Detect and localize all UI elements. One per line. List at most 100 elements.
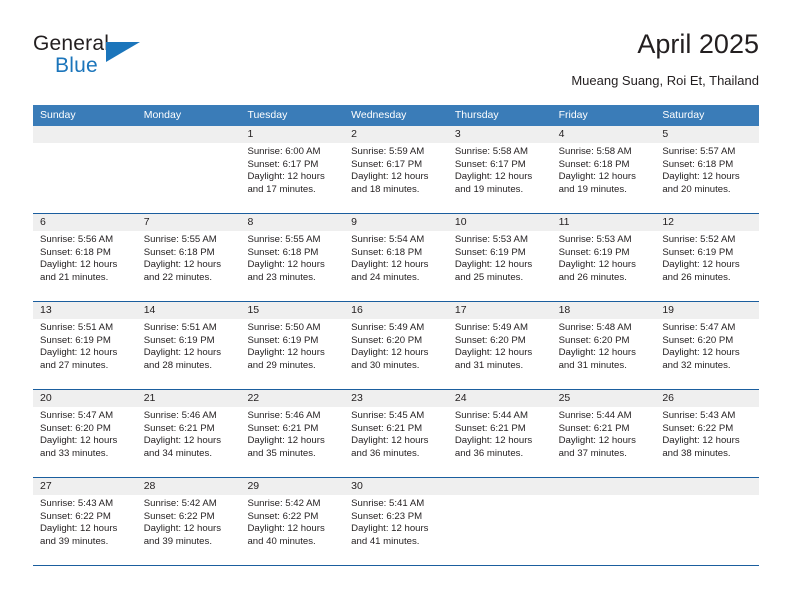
day-number: 26 [655,390,760,407]
day-cell[interactable]: 28 Sunrise: 5:42 AM Sunset: 6:22 PM Dayligh… [136,478,241,565]
daylight-text: Daylight: 12 hours and 36 minutes. [351,435,429,459]
day-cell[interactable]: 8 Sunrise: 5:55 AM Sunset: 6:18 PM Daylight… [240,214,345,301]
daylight-text: Daylight: 12 hours and 24 minutes. [351,259,429,283]
sunset-text: Sunset: 6:18 PM [247,246,319,258]
day-cell[interactable]: 16 Sunrise: 5:49 AM Sunset: 6:20 PM Dayligh… [344,302,448,389]
day-number: 2 [344,126,448,143]
day-details: Sunrise: 5:49 AM Sunset: 6:20 PM Daylight:… [448,319,552,372]
day-number: 3 [447,126,552,143]
sunset-text: Sunset: 6:18 PM [40,246,111,258]
day-cell[interactable]: 26 Sunrise: 5:43 AM Sunset: 6:22 PM Dayligh… [655,390,760,477]
day-details: Sunrise: 5:57 AM Sunset: 6:18 PM Daylight:… [655,143,759,196]
day-cell[interactable]: 15 Sunrise: 5:50 AM Sunset: 6:19 PM Dayligh… [240,302,345,389]
day-details: Sunrise: 5:42 AM Sunset: 6:22 PM Daylight:… [240,495,344,548]
day-cell[interactable]: 19 Sunrise: 5:47 AM Sunset: 6:20 PM Dayligh… [655,302,760,389]
sunset-text: Sunset: 6:23 PM [351,510,423,522]
sunset-text: Sunset: 6:20 PM [351,334,423,346]
day-cell[interactable]: 12 Sunrise: 5:52 AM Sunset: 6:19 PM Dayligh… [655,214,760,301]
day-details: Sunrise: 5:59 AM Sunset: 6:17 PM Daylight:… [344,143,448,196]
day-number: 25 [551,390,656,407]
daylight-text: Daylight: 12 hours and 21 minutes. [40,259,118,283]
day-number: 23 [344,390,448,407]
sunrise-text: Sunrise: 5:41 AM [351,498,425,509]
sunset-text: Sunset: 6:20 PM [454,334,526,346]
day-details: Sunrise: 5:52 AM Sunset: 6:19 PM Daylight:… [655,231,759,284]
day-details: Sunrise: 5:53 AM Sunset: 6:19 PM Daylight:… [448,231,552,284]
calendar-week-row: 6 Sunrise: 5:56 AM Sunset: 6:18 PM Daylight… [33,213,760,301]
day-cell[interactable]: 24 Sunrise: 5:44 AM Sunset: 6:21 PM Dayligh… [447,390,552,477]
day-details: Sunrise: 5:49 AM Sunset: 6:20 PM Daylight:… [344,319,448,372]
sunrise-text: Sunrise: 5:52 AM [662,234,736,245]
general-blue-logo[interactable]: General Blue [33,32,163,82]
day-details: Sunrise: 5:47 AM Sunset: 6:20 PM Daylight:… [655,319,759,372]
sunset-text: Sunset: 6:18 PM [143,246,215,258]
day-cell[interactable]: 6 Sunrise: 5:56 AM Sunset: 6:18 PM Daylight… [33,214,137,301]
sunrise-text: Sunrise: 5:59 AM [351,146,425,157]
sunset-text: Sunset: 6:22 PM [662,422,734,434]
day-number: 29 [240,478,345,495]
day-cell[interactable]: 20 Sunrise: 5:47 AM Sunset: 6:20 PM Dayligh… [33,390,137,477]
sunrise-text: Sunrise: 5:46 AM [247,410,321,421]
sunset-text: Sunset: 6:20 PM [662,334,734,346]
day-number: 17 [447,302,552,319]
sunrise-text: Sunrise: 5:53 AM [454,234,528,245]
daylight-text: Daylight: 12 hours and 23 minutes. [247,259,325,283]
day-cell[interactable]: 18 Sunrise: 5:48 AM Sunset: 6:20 PM Dayligh… [551,302,656,389]
day-cell[interactable]: 4 Sunrise: 5:58 AM Sunset: 6:18 PM Daylight… [551,126,656,213]
day-cell[interactable]: 7 Sunrise: 5:55 AM Sunset: 6:18 PM Daylight… [136,214,241,301]
day-cell[interactable]: 14 Sunrise: 5:51 AM Sunset: 6:19 PM Dayligh… [136,302,241,389]
day-cell[interactable]: 27 Sunrise: 5:43 AM Sunset: 6:22 PM Dayligh… [33,478,137,565]
day-cell[interactable]: 11 Sunrise: 5:53 AM Sunset: 6:19 PM Dayligh… [551,214,656,301]
day-number: 5 [655,126,760,143]
sunset-text: Sunset: 6:22 PM [143,510,215,522]
day-details: Sunrise: 6:00 AM Sunset: 6:17 PM Daylight:… [240,143,344,196]
day-cell[interactable]: 2 Sunrise: 5:59 AM Sunset: 6:17 PM Daylight… [344,126,448,213]
sunset-text: Sunset: 6:21 PM [454,422,526,434]
day-number: 15 [240,302,345,319]
day-details: Sunrise: 5:55 AM Sunset: 6:18 PM Daylight:… [240,231,344,284]
day-number: 11 [551,214,656,231]
sunrise-text: Sunrise: 5:49 AM [454,322,528,333]
day-cell[interactable]: 17 Sunrise: 5:49 AM Sunset: 6:20 PM Dayligh… [447,302,552,389]
daylight-text: Daylight: 12 hours and 26 minutes. [662,259,740,283]
daylight-text: Daylight: 12 hours and 33 minutes. [40,435,118,459]
day-cell[interactable]: 13 Sunrise: 5:51 AM Sunset: 6:19 PM Dayligh… [33,302,137,389]
daylight-text: Daylight: 12 hours and 31 minutes. [558,347,636,371]
sunset-text: Sunset: 6:18 PM [558,158,630,170]
day-cell-empty [655,478,760,565]
day-details: Sunrise: 5:43 AM Sunset: 6:22 PM Daylight:… [33,495,137,548]
day-cell[interactable]: 10 Sunrise: 5:53 AM Sunset: 6:19 PM Dayligh… [447,214,552,301]
calendar-week-row: 27 Sunrise: 5:43 AM Sunset: 6:22 PM Dayligh… [33,477,760,565]
day-number: 13 [33,302,137,319]
day-number: 9 [344,214,448,231]
day-cell[interactable]: 22 Sunrise: 5:46 AM Sunset: 6:21 PM Dayligh… [240,390,345,477]
day-details: Sunrise: 5:41 AM Sunset: 6:23 PM Daylight:… [344,495,448,548]
day-cell[interactable]: 30 Sunrise: 5:41 AM Sunset: 6:23 PM Dayligh… [344,478,448,565]
sunset-text: Sunset: 6:20 PM [558,334,630,346]
day-cell[interactable]: 5 Sunrise: 5:57 AM Sunset: 6:18 PM Daylight… [655,126,760,213]
day-cell[interactable]: 23 Sunrise: 5:45 AM Sunset: 6:21 PM Dayligh… [344,390,448,477]
day-number: 19 [655,302,760,319]
day-number: 20 [33,390,137,407]
daylight-text: Daylight: 12 hours and 27 minutes. [40,347,118,371]
day-cell[interactable]: 9 Sunrise: 5:54 AM Sunset: 6:18 PM Daylight… [344,214,448,301]
daylight-text: Daylight: 12 hours and 39 minutes. [40,523,118,547]
weekday-thursday: Thursday [454,109,499,121]
day-details: Sunrise: 5:42 AM Sunset: 6:22 PM Daylight:… [137,495,241,548]
day-number [447,478,552,495]
day-number: 1 [240,126,345,143]
calendar-grid: Sunday Monday Tuesday Wednesday Thursday… [33,105,760,566]
day-cell[interactable]: 25 Sunrise: 5:44 AM Sunset: 6:21 PM Dayligh… [551,390,656,477]
sunset-text: Sunset: 6:17 PM [454,158,526,170]
day-cell[interactable]: 3 Sunrise: 5:58 AM Sunset: 6:17 PM Daylight… [447,126,552,213]
weekday-saturday: Saturday [662,109,705,121]
day-details: Sunrise: 5:51 AM Sunset: 6:19 PM Daylight:… [137,319,241,372]
day-number: 30 [344,478,448,495]
daylight-text: Daylight: 12 hours and 34 minutes. [143,435,222,459]
day-details: Sunrise: 5:47 AM Sunset: 6:20 PM Daylight:… [33,407,137,460]
day-cell[interactable]: 21 Sunrise: 5:46 AM Sunset: 6:21 PM Dayligh… [136,390,241,477]
day-details: Sunrise: 5:55 AM Sunset: 6:18 PM Daylight:… [137,231,241,284]
day-number: 10 [447,214,552,231]
day-cell[interactable]: 29 Sunrise: 5:42 AM Sunset: 6:22 PM Dayligh… [240,478,345,565]
day-cell[interactable]: 1 Sunrise: 6:00 AM Sunset: 6:17 PM Daylight… [240,126,345,213]
